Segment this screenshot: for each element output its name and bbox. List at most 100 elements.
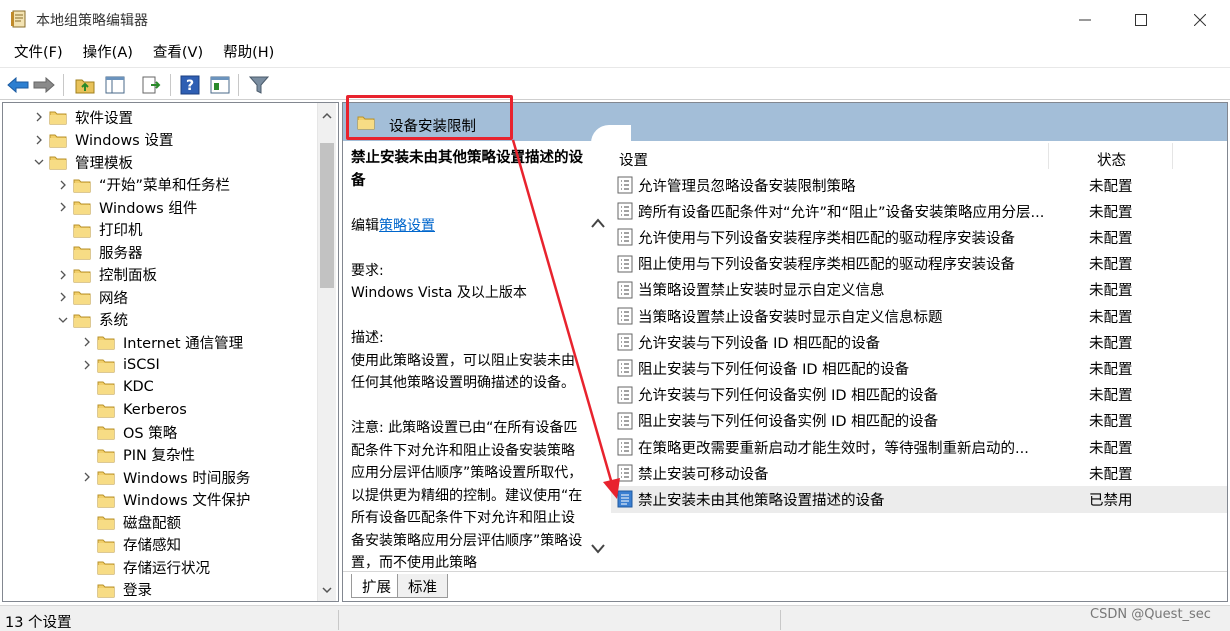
up-folder-icon	[75, 79, 95, 94]
policy-row[interactable]: 允许管理员忽略设备安装限制策略 未配置	[611, 172, 1227, 198]
export-list-button[interactable]	[139, 73, 163, 97]
policy-row[interactable]: 当策略设置禁止安装时显示自定义信息 未配置	[611, 277, 1227, 303]
menu-view[interactable]: 查看(V)	[143, 40, 213, 66]
up-level-button[interactable]	[73, 73, 97, 97]
policy-row[interactable]: 阻止安装与下列任何设备实例 ID 相匹配的设备 未配置	[611, 408, 1227, 434]
column-divider[interactable]	[1172, 143, 1173, 169]
tree-item[interactable]: 存储感知	[81, 534, 181, 557]
properties-button[interactable]	[208, 73, 232, 97]
tree-scroll-thumb[interactable]	[320, 143, 334, 288]
tree-item[interactable]: “开始”菜单和任务栏	[57, 174, 230, 197]
scroll-up-arrow[interactable]	[318, 107, 336, 125]
tree-item[interactable]: 存储运行状况	[81, 556, 210, 579]
chevron-down-icon[interactable]	[33, 156, 45, 168]
tree-item[interactable]: 软件设置	[33, 106, 133, 129]
policy-row[interactable]: 阻止安装与下列任何设备 ID 相匹配的设备 未配置	[611, 355, 1227, 381]
status-divider	[338, 610, 339, 630]
policy-setting-icon	[617, 386, 633, 404]
chevron-right-icon[interactable]	[57, 179, 69, 191]
policy-row[interactable]: 禁止安装可移动设备 未配置	[611, 460, 1227, 486]
back-button[interactable]	[6, 73, 30, 97]
help-button[interactable]: ?	[178, 73, 202, 97]
policy-state: 未配置	[1089, 361, 1133, 378]
tree-item[interactable]: PIN 复杂性	[81, 444, 195, 467]
maximize-button[interactable]	[1113, 0, 1169, 40]
policy-state: 未配置	[1089, 178, 1133, 195]
close-button[interactable]	[1172, 0, 1228, 40]
chevron-right-icon[interactable]	[57, 269, 69, 281]
tree-item[interactable]: 打印机	[57, 219, 143, 242]
chevron-right-icon[interactable]	[81, 336, 93, 348]
tree-item[interactable]: iSCSI	[81, 354, 160, 377]
menu-file[interactable]: 文件(F)	[0, 40, 73, 66]
policy-setting-icon	[617, 490, 633, 508]
menu-action[interactable]: 操作(A)	[73, 40, 143, 66]
folder-icon	[73, 224, 91, 238]
description-scrollbar[interactable]	[587, 209, 609, 571]
chevron-down-icon[interactable]	[590, 543, 606, 555]
tree-item[interactable]: Windows 时间服务	[81, 466, 250, 489]
tree-item[interactable]: 管理模板	[33, 151, 133, 174]
menu-help[interactable]: 帮助(H)	[213, 40, 284, 66]
minimize-button[interactable]	[1057, 0, 1113, 40]
show-hide-tree-button[interactable]	[103, 73, 127, 97]
forward-button[interactable]	[32, 73, 56, 97]
policy-row[interactable]: 禁止安装未由其他策略设置描述的设备 已禁用	[611, 486, 1227, 513]
folder-icon	[97, 494, 115, 508]
minimize-icon	[1079, 19, 1091, 21]
tree-item[interactable]: Windows 设置	[33, 129, 173, 152]
policy-row[interactable]: 在策略更改需要重新启动才能生效时，等待强制重新启动的... 未配置	[611, 434, 1227, 460]
policy-row[interactable]: 跨所有设备匹配条件对“允许”和“阻止”设备安装策略应用分层... 未配置	[611, 198, 1227, 224]
policy-row[interactable]: 阻止使用与下列设备安装程序类相匹配的驱动程序安装设备 未配置	[611, 251, 1227, 277]
policy-name: 跨所有设备匹配条件对“允许”和“阻止”设备安装策略应用分层...	[638, 204, 1045, 221]
properties-icon	[210, 76, 230, 94]
edit-prefix: 编辑	[351, 217, 379, 234]
column-divider[interactable]	[1048, 143, 1049, 169]
edit-policy-link[interactable]: 策略设置	[379, 218, 435, 234]
tree-item[interactable]: Windows 文件保护	[81, 489, 250, 512]
tree-item[interactable]: 服务器	[57, 241, 143, 264]
status-divider	[780, 610, 781, 630]
chevron-right-icon[interactable]	[33, 134, 45, 146]
tree-item[interactable]: Windows 组件	[57, 196, 197, 219]
policy-state: 未配置	[1089, 335, 1133, 352]
column-header-setting[interactable]: 设置	[619, 149, 648, 170]
policy-row[interactable]: 允许安装与下列设备 ID 相匹配的设备 未配置	[611, 329, 1227, 355]
tree-item[interactable]: 系统	[57, 309, 128, 332]
show-hide-tree-icon	[105, 76, 125, 94]
chevron-right-icon[interactable]	[57, 201, 69, 213]
tree-item[interactable]: 网络	[57, 286, 128, 309]
policy-row[interactable]: 允许使用与下列设备安装程序类相匹配的驱动程序安装设备 未配置	[611, 224, 1227, 250]
svg-text:?: ?	[186, 78, 194, 94]
scroll-down-arrow[interactable]	[318, 581, 336, 599]
tree-vertical-scrollbar[interactable]	[317, 103, 336, 601]
chevron-right-icon[interactable]	[57, 291, 69, 303]
tree-item[interactable]: Kerberos	[81, 399, 187, 422]
tree-item[interactable]: KDC	[81, 376, 154, 399]
tree-item[interactable]: OS 策略	[81, 421, 177, 444]
filter-button[interactable]	[247, 73, 271, 97]
policy-state: 未配置	[1089, 388, 1133, 405]
chevron-right-icon[interactable]	[81, 471, 93, 483]
tree-item[interactable]: 登录	[81, 579, 152, 602]
column-header-state[interactable]: 状态	[1097, 149, 1126, 170]
chevron-right-icon[interactable]	[81, 359, 93, 371]
policy-row[interactable]: 当策略设置禁止设备安装时显示自定义信息标题 未配置	[611, 303, 1227, 329]
folder-icon	[97, 584, 115, 598]
tree-item[interactable]: 磁盘配额	[81, 511, 181, 534]
folder-icon	[97, 404, 115, 418]
description-panel: 禁止安装未由其他策略设置描述的设备 编辑策略设置 要求: Windows Vis…	[343, 141, 611, 571]
tab-extended[interactable]: 扩展	[351, 574, 402, 598]
chevron-down-icon[interactable]	[57, 314, 69, 326]
tree-item[interactable]: Internet 通信管理	[81, 331, 243, 354]
chevron-right-icon[interactable]	[33, 111, 45, 123]
policy-name: 允许安装与下列任何设备实例 ID 相匹配的设备	[638, 388, 939, 405]
policy-row[interactable]: 允许安装与下列任何设备实例 ID 相匹配的设备 未配置	[611, 382, 1227, 408]
chevron-up-icon[interactable]	[590, 217, 606, 229]
tab-standard[interactable]: 标准	[397, 574, 448, 598]
chevron-up-icon	[322, 112, 332, 119]
tree-item[interactable]: 控制面板	[57, 264, 157, 287]
